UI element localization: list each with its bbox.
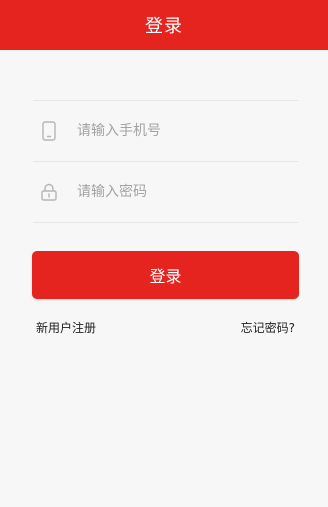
phone-icon: [35, 117, 63, 145]
forgot-password-link[interactable]: 忘记密码?: [241, 319, 295, 336]
header-bar: 登录: [0, 0, 328, 50]
login-screen: 登录 登录 新用户注册: [0, 0, 328, 507]
login-form: [33, 100, 298, 223]
lock-icon: [35, 178, 63, 206]
password-field[interactable]: [33, 162, 298, 222]
phone-field[interactable]: [33, 101, 298, 161]
register-link[interactable]: 新用户注册: [36, 319, 96, 336]
login-button[interactable]: 登录: [32, 251, 299, 299]
divider: [33, 222, 298, 223]
page-title: 登录: [145, 16, 183, 37]
password-input[interactable]: [75, 183, 289, 201]
phone-input[interactable]: [75, 122, 289, 140]
